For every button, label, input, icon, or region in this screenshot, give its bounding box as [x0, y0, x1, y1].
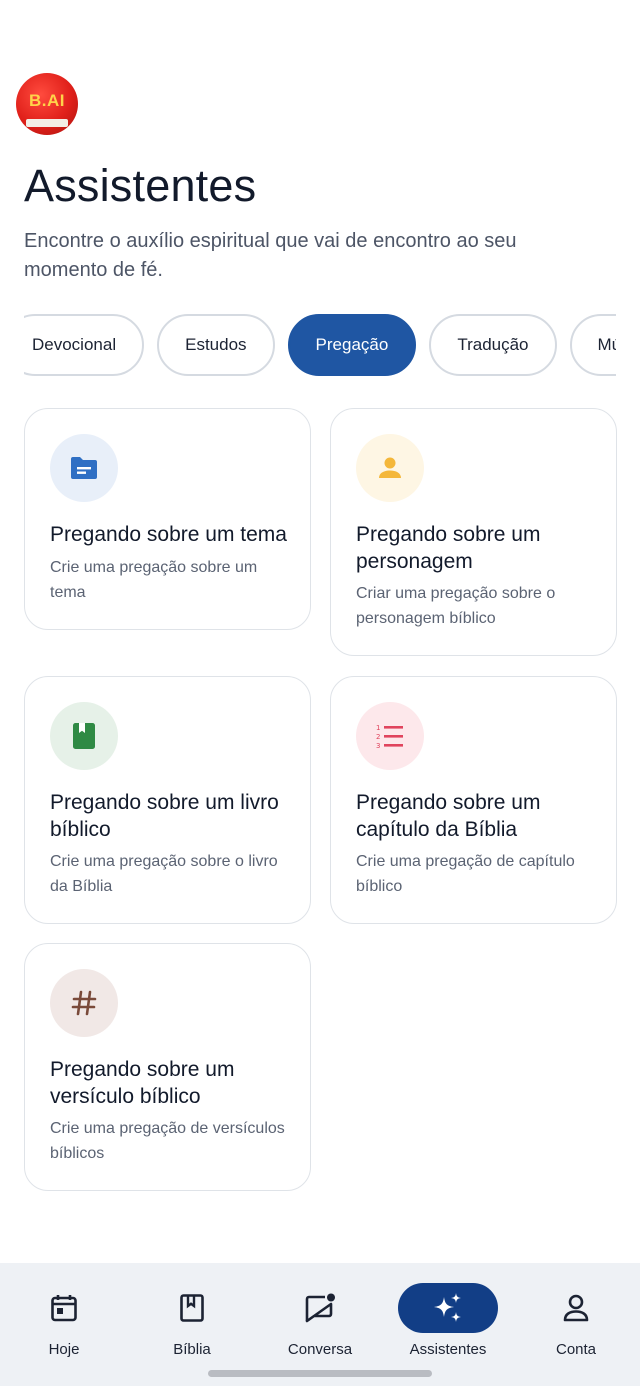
nav-item-assistentes[interactable]: Assistentes	[384, 1263, 512, 1363]
bottom-navigation: Hoje Bíblia Conversa Assistentes Conta	[0, 1263, 640, 1386]
book-icon	[50, 702, 118, 770]
nav-label: Bíblia	[173, 1341, 211, 1358]
nav-item-conta[interactable]: Conta	[512, 1263, 640, 1363]
card-title: Pregando sobre um personagem	[356, 523, 541, 573]
chip-estudos[interactable]: Estudos	[157, 314, 275, 376]
nav-item-biblia[interactable]: Bíblia	[128, 1263, 256, 1363]
card-title: Pregando sobre um capítulo da Bíblia	[356, 791, 541, 841]
chip-devocional[interactable]: Devocional	[24, 314, 145, 376]
folder-icon	[50, 434, 118, 502]
page-title: Assistentes	[24, 160, 257, 211]
numbered-list-icon: 123	[356, 702, 424, 770]
card-title: Pregando sobre um tema	[50, 523, 287, 546]
card-description: Crie uma pregação de capítulo bíblico	[356, 853, 575, 895]
nav-label: Hoje	[48, 1341, 80, 1358]
hashtag-icon	[50, 969, 118, 1037]
chip-musica[interactable]: Música	[569, 314, 616, 376]
card-title: Pregando sobre um livro bíblico	[50, 791, 279, 841]
assistant-card-tema[interactable]: Pregando sobre um tema Crie uma pregação…	[24, 408, 311, 630]
chat-icon	[270, 1283, 370, 1333]
svg-text:1: 1	[376, 724, 380, 732]
assistant-card-livro[interactable]: Pregando sobre um livro bíblico Crie uma…	[24, 676, 311, 924]
home-indicator[interactable]	[208, 1370, 432, 1377]
category-chips[interactable]: Devocional Estudos Pregação Tradução Mús…	[24, 314, 616, 378]
assistant-card-versiculo[interactable]: Pregando sobre um versículo bíblico Crie…	[24, 943, 311, 1191]
chip-pregacao[interactable]: Pregação	[287, 314, 417, 376]
nav-item-conversa[interactable]: Conversa	[256, 1263, 384, 1363]
sparkles-icon	[398, 1283, 498, 1333]
app-avatar[interactable]: B.AI	[16, 73, 78, 135]
chip-traducao[interactable]: Tradução	[429, 314, 557, 376]
nav-label: Assistentes	[409, 1341, 487, 1358]
avatar-text: B.AI	[29, 91, 65, 110]
assistant-card-personagem[interactable]: Pregando sobre um personagem Criar uma p…	[330, 408, 617, 656]
bible-icon	[142, 1283, 242, 1333]
calendar-icon	[14, 1283, 114, 1333]
person-icon	[356, 434, 424, 502]
card-description: Crie uma pregação de versículos bíblicos	[50, 1120, 285, 1162]
nav-label: Conversa	[287, 1341, 353, 1358]
card-description: Crie uma pregação sobre o livro da Bíbli…	[50, 853, 278, 895]
nav-label: Conta	[555, 1341, 597, 1358]
card-description: Crie uma pregação sobre um tema	[50, 559, 258, 601]
nav-item-hoje[interactable]: Hoje	[0, 1263, 128, 1363]
svg-text:3: 3	[376, 742, 380, 750]
svg-text:2: 2	[376, 733, 380, 741]
card-title: Pregando sobre um versículo bíblico	[50, 1058, 235, 1108]
page-subtitle: Encontre o auxílio espiritual que vai de…	[24, 230, 517, 281]
card-description: Criar uma pregação sobre o personagem bí…	[356, 585, 556, 627]
assistant-card-capitulo[interactable]: 123 Pregando sobre um capítulo da Bíblia…	[330, 676, 617, 924]
account-icon	[526, 1283, 626, 1333]
